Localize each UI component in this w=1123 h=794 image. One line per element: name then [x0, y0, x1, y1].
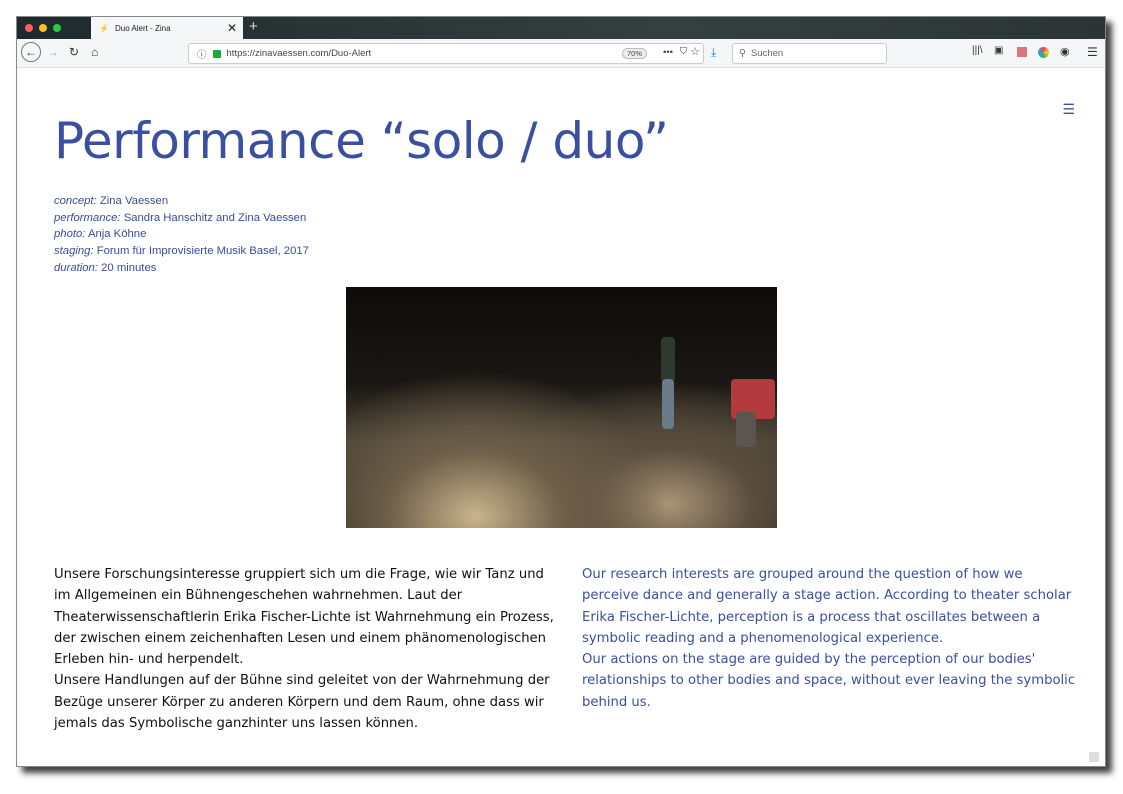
credit-value: Sandra Hanschitz and Zina Vaessen — [123, 211, 307, 224]
app-menu-icon[interactable]: ☰ — [1087, 45, 1098, 59]
performer-figure-legs — [662, 379, 674, 429]
url-text: https://zinavaessen.com/Duo-Alert — [226, 48, 372, 59]
account-icon[interactable]: ◉ — [1060, 45, 1070, 58]
credit-line: staging: Forum für Improvisierte Musik B… — [54, 243, 309, 260]
bookmark-star-icon[interactable]: ☆ — [690, 45, 700, 58]
site-menu-icon[interactable]: ☰ — [1062, 101, 1075, 118]
text-german: Unsere Forschungsinteresse gruppiert sic… — [54, 564, 554, 734]
credit-value: 20 minutes — [101, 261, 157, 274]
more-actions-icon[interactable]: ••• — [663, 47, 673, 58]
zoom-level-button[interactable]: 70% — [621, 48, 647, 59]
reload-button[interactable]: ↻ — [69, 45, 79, 59]
credit-line: duration: 20 minutes — [54, 260, 309, 277]
credit-label: concept: — [54, 195, 97, 207]
credit-value: Forum für Improvisierte Musik Basel, 201… — [96, 245, 309, 258]
sidebar-icon[interactable]: ▣ — [994, 45, 1003, 56]
tab-title: Duo Alert - Zina — [114, 23, 171, 33]
extension-icon[interactable] — [1038, 47, 1049, 58]
nav-toolbar: ← → ↻ ⌂ ⓘ https://zinavaessen.com/Duo-Al… — [17, 39, 1105, 68]
home-button[interactable]: ⌂ — [91, 45, 98, 59]
performance-photo — [346, 287, 777, 528]
performer-figure — [661, 337, 675, 382]
lock-icon — [212, 49, 221, 58]
resize-corner[interactable] — [1089, 752, 1099, 762]
paragraph: Unsere Forschungsinteresse gruppiert sic… — [54, 567, 554, 668]
paragraph: Our research interests are grouped aroun… — [582, 567, 1072, 646]
library-icon[interactable]: |||\ — [972, 45, 983, 56]
credit-label: photo: — [54, 228, 86, 241]
info-icon: ⓘ — [197, 49, 207, 61]
credit-value: Zina Vaessen — [99, 195, 169, 207]
close-tab-icon[interactable]: ✕ — [227, 21, 237, 35]
credit-line: photo: Anja Köhne — [54, 226, 309, 243]
paragraph: Unsere Handlungen auf der Bühne sind gel… — [54, 673, 550, 732]
url-bar[interactable]: ⓘ https://zinavaessen.com/Duo-Alert 70% … — [188, 43, 704, 64]
maximize-window-button[interactable] — [53, 24, 61, 32]
pocket-icon[interactable]: ⛉ — [680, 46, 687, 57]
tab-active[interactable]: ⚡ Duo Alert - Zina ✕ — [91, 17, 243, 39]
page-title: Performance “solo / duo” — [54, 112, 669, 170]
page-content: ☰ Performance “solo / duo” concept: Zina… — [17, 68, 1105, 766]
paragraph: Our actions on the stage are guided by t… — [582, 652, 1076, 710]
performer-figure-2-legs — [736, 412, 756, 447]
credit-line: performance: Sandra Hanschitz and Zina V… — [54, 210, 309, 227]
minimize-window-button[interactable] — [39, 24, 47, 32]
download-icon[interactable]: ⤓ — [711, 45, 716, 60]
browser-window: ⚡ Duo Alert - Zina ✕ + ← → ↻ ⌂ ⓘ https:/… — [16, 16, 1106, 767]
search-icon: ⚲ — [739, 48, 746, 59]
new-tab-button[interactable]: + — [249, 18, 258, 35]
credit-label: performance: — [54, 211, 121, 224]
credit-label: duration: — [54, 261, 98, 274]
credit-label: staging: — [54, 245, 94, 258]
back-button[interactable]: ← — [21, 42, 41, 62]
text-english: Our research interests are grouped aroun… — [582, 564, 1082, 713]
credit-line: concept: Zina Vaessen — [54, 193, 309, 210]
credits-list: concept: Zina Vaessen performance: Sandr… — [54, 193, 309, 277]
search-input[interactable]: ⚲ Suchen — [732, 43, 887, 64]
credit-value: Anja Köhne — [87, 228, 147, 241]
close-window-button[interactable] — [25, 24, 33, 32]
forward-button[interactable]: → — [47, 45, 59, 59]
pdf-extension-icon[interactable] — [1017, 47, 1027, 57]
lightning-icon: ⚡ — [99, 23, 109, 33]
tab-bar: ⚡ Duo Alert - Zina ✕ + — [17, 17, 1105, 39]
search-placeholder: Suchen — [750, 48, 784, 59]
